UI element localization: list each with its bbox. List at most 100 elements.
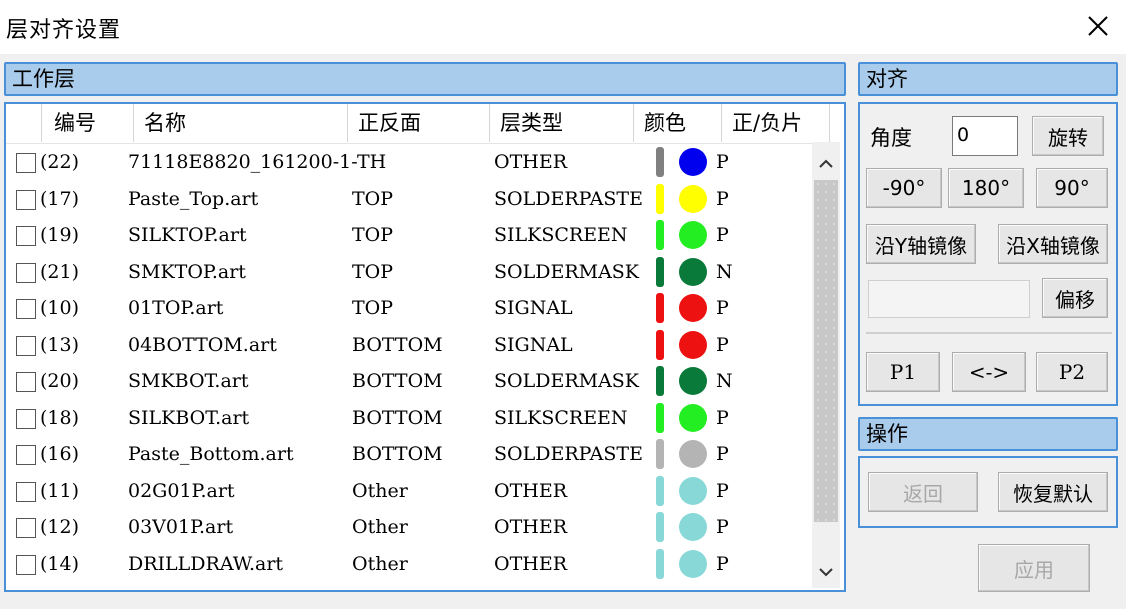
layer-color-bar[interactable]	[656, 147, 664, 177]
row-checkbox[interactable]	[16, 335, 36, 356]
row-checkbox[interactable]	[16, 226, 36, 246]
header-side[interactable]: 正反面	[348, 104, 490, 142]
angle-input[interactable]: 0	[952, 116, 1018, 156]
header-color[interactable]: 颜色	[634, 104, 722, 142]
layer-color-swatch[interactable]	[679, 148, 707, 176]
row-layer-type: OTHER	[494, 516, 567, 538]
p1-button[interactable]: P1	[866, 352, 940, 392]
align-divider	[866, 332, 1112, 334]
layer-color-swatch[interactable]	[679, 367, 707, 395]
close-button[interactable]	[1082, 10, 1114, 42]
row-number: (18)	[40, 406, 80, 429]
row-polarity: P	[716, 443, 729, 465]
row-polarity: P	[716, 479, 729, 502]
row-layer-name: 71118E8820_161200-1-TH	[128, 151, 387, 173]
row-side: TOP	[352, 187, 394, 210]
apply-button[interactable]: 应用	[978, 544, 1090, 592]
layer-color-swatch[interactable]	[679, 476, 707, 505]
row-checkbox[interactable]	[16, 445, 36, 465]
rotate-180-button[interactable]: 180°	[948, 168, 1024, 208]
partial-row	[6, 588, 816, 590]
align-header: 对齐	[858, 62, 1118, 96]
row-side: Other	[352, 552, 408, 575]
swap-points-button[interactable]: <->	[952, 352, 1026, 392]
table-row[interactable]: (12) 03V01P.art Other OTHER P	[6, 509, 816, 545]
row-layer-type: SIGNAL	[494, 297, 573, 319]
back-button[interactable]: 返回	[868, 472, 978, 512]
row-checkbox[interactable]	[16, 372, 36, 392]
header-number[interactable]: 编号	[44, 104, 134, 142]
row-checkbox[interactable]	[16, 481, 36, 502]
layer-color-swatch[interactable]	[679, 221, 707, 249]
layer-color-bar[interactable]	[656, 256, 664, 287]
row-checkbox[interactable]	[16, 153, 36, 173]
mirror-x-button[interactable]: 沿X轴镜像	[998, 224, 1108, 264]
row-number: (12)	[40, 516, 80, 538]
window-title: 层对齐设置	[6, 18, 122, 43]
table-row[interactable]: (20) SMKBOT.art BOTTOM SOLDERMASK N	[6, 363, 816, 399]
layer-color-bar[interactable]	[656, 183, 664, 214]
scroll-thumb[interactable]	[814, 180, 838, 522]
rotate-90-button[interactable]: 90°	[1036, 168, 1108, 208]
row-checkbox[interactable]	[16, 299, 36, 319]
layer-color-swatch[interactable]	[679, 184, 707, 213]
row-layer-name: SMKBOT.art	[128, 370, 249, 392]
chevron-up-icon	[819, 159, 833, 168]
table-row[interactable]: (18) SILKBOT.art BOTTOM SILKSCREEN P	[6, 400, 816, 436]
layer-color-swatch[interactable]	[679, 440, 707, 468]
table-row[interactable]: (16) Paste_Bottom.art BOTTOM SOLDERPASTE P	[6, 436, 816, 472]
layer-color-bar[interactable]	[656, 293, 664, 323]
layer-color-bar[interactable]	[656, 329, 664, 360]
layer-color-swatch[interactable]	[679, 403, 707, 432]
row-layer-name: 01TOP.art	[128, 297, 224, 319]
rotate-neg90-button[interactable]: -90°	[866, 168, 942, 208]
offset-button[interactable]: 偏移	[1042, 278, 1108, 318]
header-polarity[interactable]: 正/负片	[722, 104, 830, 142]
layer-color-bar[interactable]	[656, 366, 664, 396]
table-row[interactable]: (19) SILKTOP.art TOP SILKSCREEN P	[6, 217, 816, 253]
vertical-scrollbar[interactable]	[812, 142, 840, 588]
row-layer-name: 04BOTTOM.art	[128, 333, 277, 356]
layer-color-swatch[interactable]	[679, 513, 707, 541]
row-checkbox[interactable]	[16, 189, 36, 210]
restore-default-button[interactable]: 恢复默认	[998, 472, 1108, 512]
header-layer-type[interactable]: 层类型	[490, 104, 634, 142]
layer-color-swatch[interactable]	[679, 294, 707, 322]
table-row[interactable]: (22) 71118E8820_161200-1-TH OTHER P	[6, 144, 816, 180]
layer-color-bar[interactable]	[656, 548, 664, 579]
layer-color-bar[interactable]	[656, 439, 664, 469]
row-layer-name: SILKTOP.art	[128, 224, 247, 246]
row-checkbox[interactable]	[16, 518, 36, 538]
layer-color-swatch[interactable]	[679, 549, 707, 578]
table-row[interactable]: (21) SMKTOP.art TOP SOLDERMASK N	[6, 254, 816, 290]
header-name[interactable]: 名称	[134, 104, 348, 142]
table-row[interactable]: (13) 04BOTTOM.art BOTTOM SIGNAL P	[6, 327, 816, 363]
work-layer-header: 工作层	[4, 62, 846, 96]
p2-button[interactable]: P2	[1036, 352, 1108, 392]
table-row[interactable]: (17) Paste_Top.art TOP SOLDERPASTE P	[6, 181, 816, 217]
row-side: BOTTOM	[352, 406, 443, 429]
layer-color-bar[interactable]	[656, 220, 664, 250]
table-row[interactable]: (11) 02G01P.art Other OTHER P	[6, 473, 816, 509]
scroll-up-button[interactable]	[818, 156, 834, 172]
layer-color-bar[interactable]	[656, 512, 664, 542]
row-layer-type: SOLDERMASK	[494, 370, 640, 392]
rotate-button[interactable]: 旋转	[1032, 116, 1104, 156]
row-layer-type: OTHER	[494, 552, 567, 575]
offset-input[interactable]	[868, 280, 1030, 318]
row-checkbox[interactable]	[16, 262, 36, 283]
layer-color-bar[interactable]	[656, 475, 664, 506]
scroll-down-button[interactable]	[818, 564, 834, 580]
table-row[interactable]: (14) DRILLDRAW.art Other OTHER P	[6, 546, 816, 582]
layer-color-bar[interactable]	[656, 402, 664, 433]
row-checkbox[interactable]	[16, 554, 36, 575]
close-icon	[1088, 16, 1108, 36]
layer-color-swatch[interactable]	[679, 257, 707, 286]
mirror-y-button[interactable]: 沿Y轴镜像	[866, 224, 976, 264]
table-row[interactable]: (10) 01TOP.art TOP SIGNAL P	[6, 290, 816, 326]
layer-color-swatch[interactable]	[679, 330, 707, 359]
row-side: Other	[352, 479, 408, 502]
row-checkbox[interactable]	[16, 408, 36, 429]
row-side: BOTTOM	[352, 370, 443, 392]
row-polarity: P	[716, 187, 729, 210]
